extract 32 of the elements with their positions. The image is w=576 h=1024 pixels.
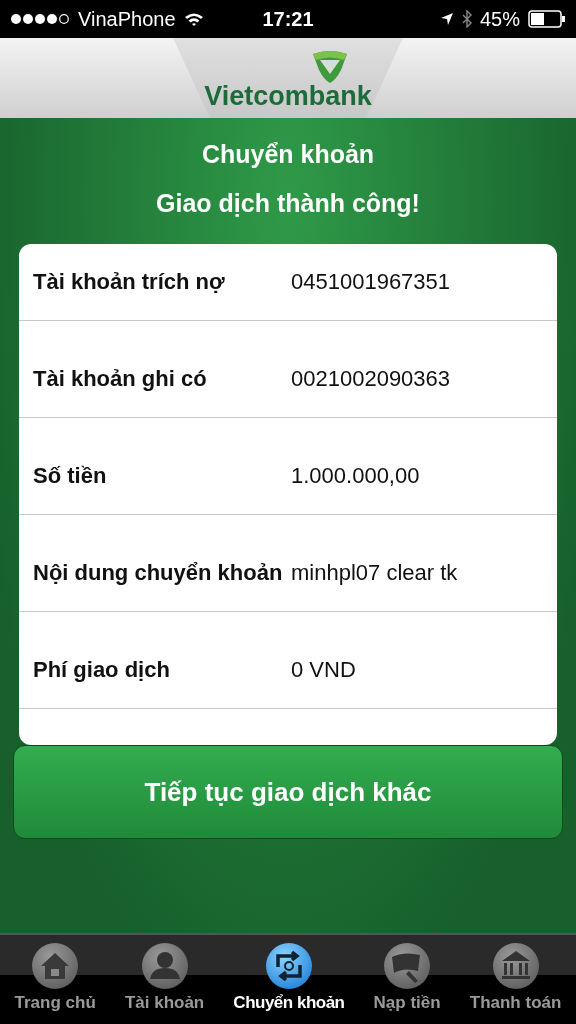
person-icon [139,941,190,991]
wifi-icon [183,11,204,27]
detail-label: Số tiền [32,462,108,490]
house-icon [30,941,81,991]
detail-value: 0021002090363 [291,366,451,392]
detail-label: Tài khoản ghi có [32,365,208,393]
detail-value: 1.000.000,00 [291,463,420,489]
carrier-name: VinaPhone [78,7,176,31]
detail-label: Nội dung chuyển khoản [32,559,284,587]
continue-button[interactable]: Tiếp tục giao dịch khác [13,745,563,839]
page-title: Chuyển khoản [201,140,375,169]
tab[interactable]: Trang chủ [14,935,96,1024]
detail-value: 0 VND [291,657,356,683]
battery-icon [528,10,566,28]
tab[interactable]: Nạp tiền [373,935,441,1024]
detail-value: minhpl07 clear tk [291,560,458,586]
detail-label: Phí giao dịch [32,656,171,684]
battery-percent: 45% [479,7,520,31]
clock-time: 17:21 [262,7,314,31]
bluetooth-icon [461,10,472,28]
logo-icon [311,50,349,84]
success-message: Giao dịch thành công! [156,189,420,218]
signal-icon [10,13,70,25]
location-icon [439,12,454,26]
logo-wordmark: Vietcombank [204,81,372,112]
tab[interactable]: Thanh toán [469,935,562,1024]
tab[interactable]: Chuyển khoản [233,935,345,1024]
detail-label: Tài khoản trích nợ [32,268,226,296]
transfer-icon [263,941,314,991]
tab[interactable]: Tài khoản [124,935,205,1024]
bank-icon [490,941,541,991]
detail-value: 0451001967351 [291,269,451,295]
